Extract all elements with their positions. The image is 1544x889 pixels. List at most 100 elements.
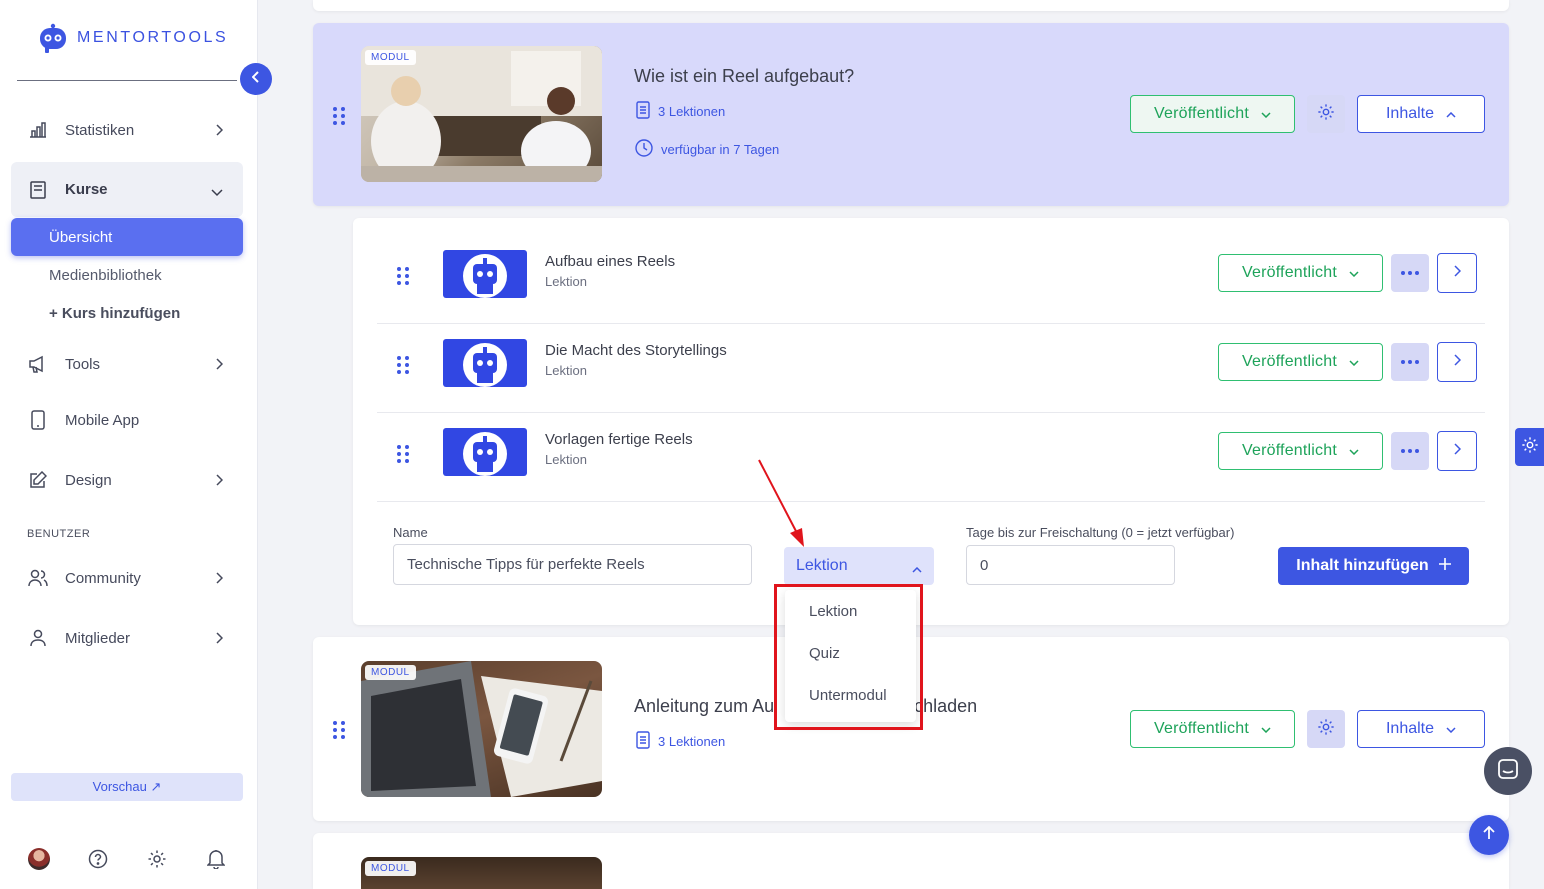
lessons-count-label: 3 Lektionen: [658, 734, 726, 749]
drag-handle-icon[interactable]: [397, 356, 409, 374]
chevron-right-icon: [215, 473, 224, 490]
chevron-right-icon: [1453, 353, 1462, 371]
sidebar-subitem-add-course[interactable]: + Kurs hinzufügen: [11, 294, 243, 332]
chevron-up-icon: [912, 560, 922, 578]
lesson-title[interactable]: Die Macht des Storytellings: [545, 342, 727, 359]
sidebar-item-label: Community: [65, 569, 141, 587]
preview-button[interactable]: Vorschau ↗: [11, 773, 243, 801]
chevron-right-icon: [1453, 442, 1462, 460]
arrow-up-icon: [1483, 825, 1495, 845]
gear-icon: [1317, 103, 1335, 126]
lesson-row: Vorlagen fertige Reels Lektion Veröffent…: [377, 413, 1485, 502]
lesson-title[interactable]: Vorlagen fertige Reels: [545, 431, 693, 448]
chevron-right-icon: [215, 123, 224, 140]
sidebar-item-tools[interactable]: Tools: [11, 342, 243, 386]
sidebar-subitem-uebersicht[interactable]: Übersicht: [11, 218, 243, 256]
module-thumbnail-image: MODUL: [361, 661, 602, 797]
scroll-to-top-button[interactable]: [1469, 815, 1509, 855]
brand-logo[interactable]: MENTORTOOLS: [37, 22, 228, 54]
module-tag: MODUL: [365, 665, 416, 680]
contents-label: Inhalte: [1385, 720, 1435, 737]
publish-status-dropdown[interactable]: Veröffentlicht: [1130, 95, 1295, 133]
gear-icon[interactable]: [146, 848, 168, 870]
sidebar-item-label: Tools: [65, 355, 101, 373]
publish-status-dropdown[interactable]: Veröffentlicht: [1218, 254, 1383, 292]
drag-handle-icon[interactable]: [333, 107, 345, 125]
more-options-button[interactable]: [1391, 343, 1429, 381]
sidebar-item-label: Kurse: [65, 181, 108, 198]
more-options-button[interactable]: [1391, 254, 1429, 292]
add-content-button[interactable]: Inhalt hinzufügen: [1278, 547, 1469, 585]
brand-name: MENTORTOOLS: [77, 29, 229, 46]
chat-button[interactable]: [1484, 747, 1532, 795]
sidebar-item-community[interactable]: Community: [11, 556, 243, 600]
sidebar-subitem-medienbibliothek[interactable]: Medienbibliothek: [11, 256, 243, 294]
add-content-label: Inhalt hinzufügen: [1296, 557, 1429, 574]
publish-status-dropdown[interactable]: Veröffentlicht: [1130, 710, 1295, 748]
name-field-label: Name: [393, 525, 428, 540]
document-icon: [636, 731, 650, 752]
chevron-down-icon: [211, 184, 223, 201]
lesson-title[interactable]: Aufbau eines Reels: [545, 253, 675, 270]
module-lessons-count: 3 Lektionen: [636, 101, 725, 122]
help-icon[interactable]: [87, 848, 109, 870]
gear-icon: [1521, 436, 1539, 459]
chevron-down-icon: [1261, 105, 1271, 123]
previous-module-card: [313, 0, 1509, 11]
publish-status-dropdown[interactable]: Veröffentlicht: [1218, 432, 1383, 470]
open-lesson-button[interactable]: [1437, 431, 1477, 471]
annotation-arrow-icon: [750, 455, 810, 555]
open-lesson-button[interactable]: [1437, 342, 1477, 382]
module-availability: verfügbar in 7 Tagen: [635, 139, 779, 160]
sidebar-item-mitglieder[interactable]: Mitglieder: [11, 616, 243, 660]
lesson-type: Lektion: [545, 274, 587, 289]
drag-handle-icon[interactable]: [397, 445, 409, 463]
contents-toggle-button[interactable]: Inhalte: [1357, 95, 1485, 133]
chevron-right-icon: [1453, 264, 1462, 282]
user-icon: [28, 628, 48, 648]
status-label: Veröffentlicht: [1153, 720, 1249, 737]
status-label: Veröffentlicht: [1241, 353, 1337, 370]
avatar[interactable]: [28, 848, 50, 870]
status-label: Veröffentlicht: [1153, 105, 1249, 122]
chevron-right-icon: [215, 631, 224, 648]
chevron-left-icon: [251, 70, 260, 88]
drag-handle-icon[interactable]: [397, 267, 409, 285]
module-title-visible-left: Anleitung zum Au: [634, 696, 775, 716]
lesson-row: Aufbau eines Reels Lektion Veröffentlich…: [377, 235, 1485, 324]
chevron-up-icon: [1446, 105, 1456, 123]
users-icon: [28, 568, 48, 588]
module-lessons-count: 3 Lektionen: [636, 731, 725, 752]
dropdown-option-untermodul[interactable]: Untermodul: [785, 674, 916, 716]
publish-status-dropdown[interactable]: Veröffentlicht: [1218, 343, 1383, 381]
sidebar-item-design[interactable]: Design: [11, 458, 243, 502]
module-title-visible-right: chladen: [914, 696, 978, 716]
chevron-down-icon: [1349, 264, 1359, 282]
module-settings-button[interactable]: [1307, 710, 1345, 748]
preview-label: Vorschau ↗: [92, 779, 162, 794]
sidebar-item-label: Statistiken: [65, 121, 135, 139]
open-lesson-button[interactable]: [1437, 253, 1477, 293]
sidebar-item-mobile-app[interactable]: Mobile App: [11, 398, 243, 442]
sidebar-item-statistiken[interactable]: Statistiken: [11, 108, 243, 152]
contents-toggle-button[interactable]: Inhalte: [1357, 710, 1485, 748]
days-input[interactable]: 0: [966, 545, 1175, 585]
sidebar-item-kurse[interactable]: Kurse: [11, 162, 243, 217]
name-input[interactable]: Technische Tipps für perfekte Reels: [393, 544, 752, 585]
module-card: MODUL: [313, 833, 1509, 889]
bell-icon[interactable]: [205, 848, 227, 870]
section-label-benutzer: BENUTZER: [27, 528, 91, 540]
status-label: Veröffentlicht: [1241, 442, 1337, 459]
chevron-down-icon: [1349, 442, 1359, 460]
dropdown-option-lektion[interactable]: Lektion: [785, 590, 916, 632]
module-tag: MODUL: [365, 50, 416, 65]
lesson-thumbnail-image: [443, 428, 527, 476]
days-field-label: Tage bis zur Freischaltung (0 = jetzt ve…: [966, 525, 1235, 540]
more-options-button[interactable]: [1391, 432, 1429, 470]
module-settings-button[interactable]: [1307, 95, 1345, 133]
dropdown-option-quiz[interactable]: Quiz: [785, 632, 916, 674]
floating-settings-button[interactable]: [1515, 428, 1544, 466]
robot-logo-icon: [37, 22, 69, 54]
drag-handle-icon[interactable]: [333, 721, 345, 739]
collapse-sidebar-button[interactable]: [240, 63, 272, 95]
